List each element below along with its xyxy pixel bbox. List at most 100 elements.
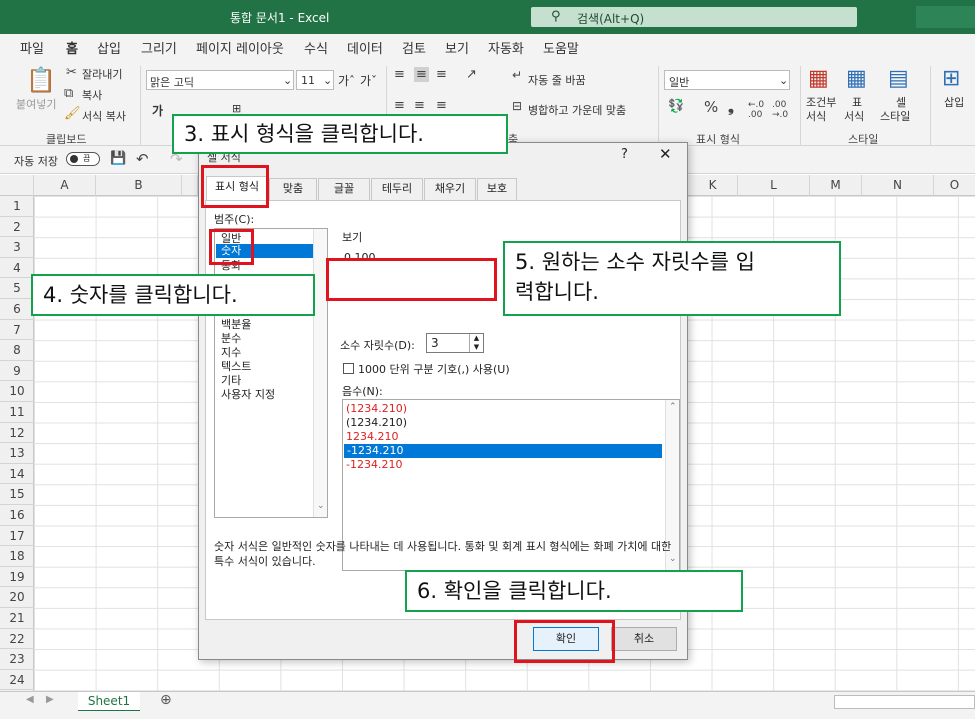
search-box[interactable]: ⚲ 검색(Alt+Q) xyxy=(531,7,857,27)
wrap-text-icon[interactable]: ↵ xyxy=(512,68,522,82)
column-header[interactable]: M xyxy=(810,175,862,196)
row-header[interactable]: 8 xyxy=(0,340,34,361)
row-header[interactable]: 7 xyxy=(0,320,34,341)
account-area[interactable] xyxy=(916,6,975,28)
row-header[interactable]: 6 xyxy=(0,299,34,320)
row-header[interactable]: 4 xyxy=(0,258,34,279)
decrease-decimal-icon[interactable]: .00 →.0 xyxy=(772,100,788,120)
tab-review[interactable]: 검토 xyxy=(402,38,426,57)
negative-format-item-selected[interactable]: -1234.210 xyxy=(344,444,662,458)
horizontal-scrollbar[interactable] xyxy=(834,695,975,709)
row-header[interactable]: 5 xyxy=(0,278,34,299)
shrink-font-icon[interactable]: 가ˇ xyxy=(360,72,377,89)
tab-insert[interactable]: 삽입 xyxy=(97,38,121,57)
table-label2[interactable]: 서식 xyxy=(844,108,864,124)
comma-icon[interactable]: ❟ xyxy=(728,98,734,116)
copy-icon[interactable]: ⧉ xyxy=(64,86,73,101)
merge-label[interactable]: 병합하고 가운데 맞춤 xyxy=(528,102,626,118)
insert-cells-icon[interactable]: ⊞ xyxy=(942,66,960,91)
scroll-up-icon[interactable]: ⌃ xyxy=(669,402,677,412)
cut-icon[interactable]: ✂ xyxy=(66,65,77,80)
font-size-select[interactable]: 11 ⌄ xyxy=(296,70,334,90)
orientation-icon[interactable]: ↗ xyxy=(466,67,477,82)
row-header[interactable]: 16 xyxy=(0,505,34,526)
row-header[interactable]: 10 xyxy=(0,381,34,402)
row-header[interactable]: 22 xyxy=(0,629,34,650)
row-header[interactable]: 19 xyxy=(0,567,34,588)
tab-fill[interactable]: 채우기 xyxy=(424,178,476,200)
copy-label[interactable]: 복사 xyxy=(82,87,102,103)
conditional-format-label2[interactable]: 서식 xyxy=(806,108,826,124)
align-top-icon[interactable]: ≡ xyxy=(394,67,405,82)
format-painter-icon[interactable]: 🖌 xyxy=(64,106,81,121)
thousand-separator-checkbox[interactable] xyxy=(343,363,354,374)
row-header[interactable]: 2 xyxy=(0,217,34,238)
negative-format-item[interactable]: 1234.210 xyxy=(346,430,399,443)
row-header[interactable]: 3 xyxy=(0,237,34,258)
percent-icon[interactable]: % xyxy=(704,98,718,116)
autosave-toggle[interactable]: 끔 xyxy=(66,152,100,166)
column-header[interactable]: N xyxy=(862,175,934,196)
tab-help[interactable]: 도움말 xyxy=(543,38,579,57)
category-item[interactable]: 사용자 지정 xyxy=(221,386,275,402)
row-header[interactable]: 17 xyxy=(0,526,34,547)
tab-view[interactable]: 보기 xyxy=(445,38,469,57)
negative-format-item[interactable]: (1234.210) xyxy=(346,416,407,429)
insert-label[interactable]: 삽입 xyxy=(944,94,964,110)
decimal-places-input[interactable]: 3 ▲ ▼ xyxy=(426,333,484,353)
align-right-icon[interactable]: ≡ xyxy=(436,98,447,113)
row-header[interactable]: 23 xyxy=(0,649,34,670)
grow-font-icon[interactable]: 가ˆ xyxy=(338,72,355,89)
cut-label[interactable]: 잘라내기 xyxy=(82,66,122,82)
scroll-down-icon[interactable]: ⌄ xyxy=(317,501,325,511)
thousand-separator-label[interactable]: 1000 단위 구분 기호(,) 사용(U) xyxy=(358,361,510,377)
row-header[interactable]: 15 xyxy=(0,484,34,505)
cell-styles-icon[interactable]: ▤ xyxy=(888,66,909,91)
tab-protection[interactable]: 보호 xyxy=(477,178,517,200)
font-name-select[interactable]: 맑은 고딕 ⌄ xyxy=(146,70,294,90)
row-header[interactable]: 18 xyxy=(0,546,34,567)
row-header[interactable]: 14 xyxy=(0,464,34,485)
column-header[interactable]: L xyxy=(738,175,810,196)
align-left-icon[interactable]: ≡ xyxy=(394,98,405,113)
next-sheet-icon[interactable]: ▶ xyxy=(46,694,54,705)
increase-decimal-icon[interactable]: ←.0.00 xyxy=(748,100,764,120)
cancel-button[interactable]: 취소 xyxy=(611,627,677,651)
negative-format-item[interactable]: (1234.210) xyxy=(346,402,407,415)
paste-icon[interactable]: 📋 xyxy=(26,66,56,94)
undo-icon[interactable]: ↶ xyxy=(136,150,149,168)
close-icon[interactable]: ✕ xyxy=(659,145,672,163)
negative-format-item[interactable]: -1234.210 xyxy=(346,458,402,471)
row-header[interactable]: 13 xyxy=(0,443,34,464)
tab-font[interactable]: 글꼴 xyxy=(318,178,370,200)
row-header[interactable]: 24 xyxy=(0,670,34,691)
prev-sheet-icon[interactable]: ◀ xyxy=(26,694,34,705)
align-center-icon[interactable]: ≡ xyxy=(414,98,425,113)
accounting-format-icon[interactable]: 💱 xyxy=(668,99,684,114)
merge-icon[interactable]: ⊟ xyxy=(512,99,522,113)
wrap-text-label[interactable]: 자동 줄 바꿈 xyxy=(528,72,586,88)
cell-style-label2[interactable]: 스타일 xyxy=(880,108,910,124)
tab-border[interactable]: 테두리 xyxy=(371,178,423,200)
select-all-corner[interactable] xyxy=(0,175,34,196)
number-format-select[interactable]: 일반 ⌄ xyxy=(664,70,790,90)
category-scrollbar[interactable]: ⌄ xyxy=(313,229,327,517)
row-header[interactable]: 20 xyxy=(0,587,34,608)
tab-home[interactable]: 홈 xyxy=(66,38,78,62)
row-header[interactable]: 12 xyxy=(0,423,34,444)
add-sheet-icon[interactable]: ⊕ xyxy=(160,692,172,708)
column-header[interactable]: B xyxy=(96,175,182,196)
tab-formulas[interactable]: 수식 xyxy=(304,38,328,57)
tab-file[interactable]: 파일 xyxy=(20,38,44,57)
paste-label[interactable]: 붙여넣기 xyxy=(16,96,56,112)
save-icon[interactable]: 💾 xyxy=(110,151,126,166)
help-icon[interactable]: ? xyxy=(621,147,628,162)
tab-page-layout[interactable]: 페이지 레이아웃 xyxy=(196,38,284,57)
decimal-spinner[interactable]: ▲ ▼ xyxy=(469,334,483,352)
row-header[interactable]: 9 xyxy=(0,361,34,382)
category-list[interactable]: 일반 숫자 통화 백분율 분수 지수 텍스트 기타 사용자 지정 ⌄ xyxy=(214,228,328,518)
format-as-table-icon[interactable]: ▦ xyxy=(846,66,867,91)
align-bottom-icon[interactable]: ≡ xyxy=(436,67,447,82)
column-header[interactable]: O xyxy=(934,175,975,196)
bold-icon[interactable]: 가 xyxy=(152,102,163,119)
